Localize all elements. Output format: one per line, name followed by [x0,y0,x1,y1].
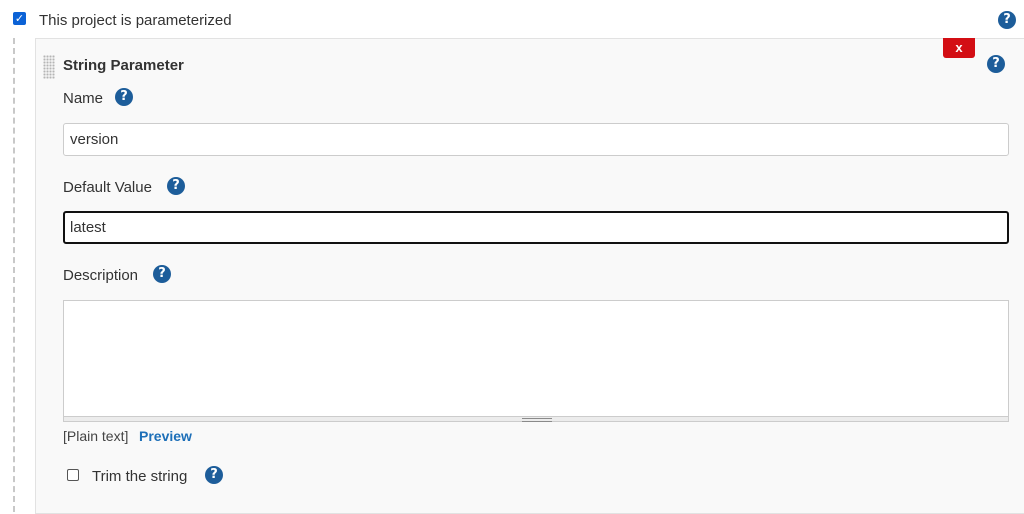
preview-link[interactable]: Preview [139,428,192,444]
parameterized-label: This project is parameterized [39,12,232,29]
parameterized-checkbox[interactable]: ✓ [13,12,26,25]
description-label: Description [63,267,139,284]
delete-parameter-button[interactable]: x [943,38,975,58]
trim-string-checkbox[interactable] [67,469,79,481]
default-value-label: Default Value [63,179,152,196]
markup-format-label: [Plain text] [63,428,129,444]
nesting-guide-line [13,38,15,512]
name-label: Name [63,90,104,107]
help-icon-parameterized[interactable]: ? [998,11,1016,29]
name-input[interactable]: version [63,123,1009,156]
help-icon-name[interactable]: ? [115,88,133,106]
default-value-input[interactable]: latest [63,211,1009,244]
help-icon-default-value[interactable]: ? [167,177,185,195]
help-icon-description[interactable]: ? [153,265,171,283]
help-icon-trim[interactable]: ? [205,466,223,484]
help-icon-parameter[interactable]: ? [987,55,1005,73]
textarea-vertical-resizer[interactable] [63,416,1009,422]
drag-handle-icon[interactable] [43,55,55,79]
parameter-title: String Parameter [63,57,184,74]
description-textarea[interactable] [63,300,1009,417]
trim-string-label: Trim the string [92,468,188,485]
